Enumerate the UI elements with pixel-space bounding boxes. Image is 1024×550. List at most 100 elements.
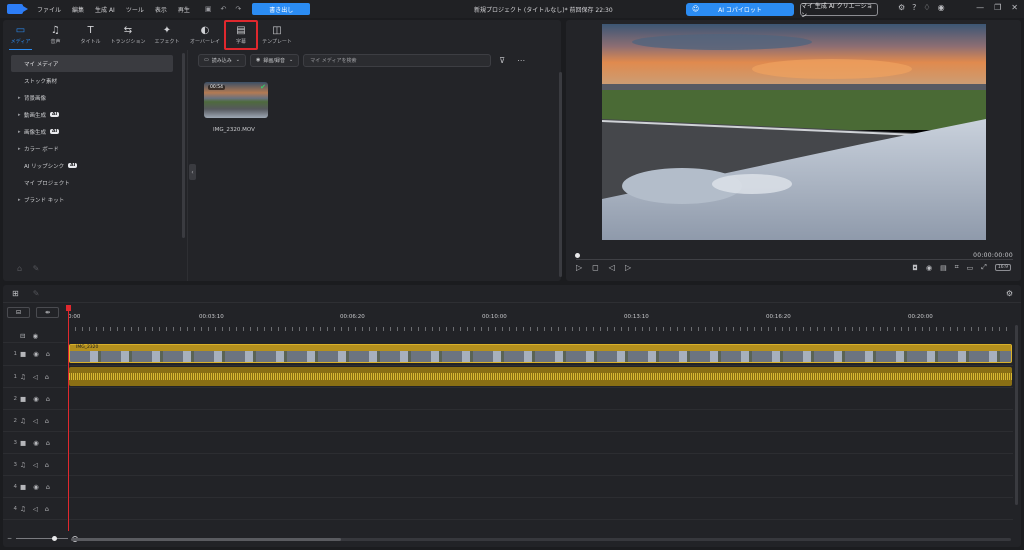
prev-frame-icon[interactable]: ◁ [609, 263, 615, 272]
undo-icon[interactable]: ↶ [221, 5, 227, 13]
audio-track-4[interactable] [68, 498, 1013, 520]
notification-icon[interactable]: ♢ [923, 3, 930, 12]
sidebar-item-stock[interactable]: ストック素材 [3, 72, 187, 89]
video-track-2[interactable] [68, 388, 1013, 410]
sidebar-scrollbar[interactable] [182, 53, 185, 238]
minimize-icon[interactable]: — [976, 3, 984, 12]
collapse-sidebar-button[interactable]: ‹ [189, 164, 196, 180]
tab-subtitle[interactable]: ▤ 字幕 [224, 20, 258, 50]
import-button[interactable]: ▭ 読み込み ⌄ [198, 53, 246, 67]
zoom-out-icon[interactable]: − [7, 535, 12, 542]
sidebar-item-my-project[interactable]: マイ プロジェクト [3, 174, 187, 191]
subtitles-icon[interactable]: ▤ [940, 264, 947, 272]
scrubber-handle[interactable] [575, 253, 580, 258]
stop-icon[interactable]: ◻ [592, 263, 599, 272]
zoom-slider-handle[interactable] [52, 536, 58, 541]
menu-tools[interactable]: ツール [126, 5, 144, 14]
menu-view[interactable]: 表示 [155, 5, 167, 14]
restore-icon[interactable]: ❐ [994, 3, 1001, 12]
video-track-4[interactable] [68, 476, 1013, 498]
sidebar-item-my-media[interactable]: マイ メディア [11, 55, 173, 72]
tab-title[interactable]: T タイトル [73, 20, 108, 50]
tab-audio[interactable]: ♫ 音声 [38, 20, 73, 50]
lock-icon[interactable]: ⌂ [46, 483, 50, 491]
close-icon[interactable]: ✕ [1011, 3, 1018, 12]
record-voice-icon[interactable]: ◉ [926, 264, 932, 272]
add-track-button[interactable]: ⊟ [7, 307, 30, 318]
lock-icon[interactable]: ⌂ [46, 350, 50, 358]
fullscreen-icon[interactable]: ⤢ [981, 263, 987, 272]
settings-icon[interactable]: ⚙ [898, 3, 905, 12]
sidebar-item-lipsync[interactable]: AI リップシンク AI [3, 157, 187, 174]
eye-icon[interactable]: ◉ [32, 332, 38, 340]
arrange-icon[interactable]: ⊞ [12, 289, 19, 298]
aspect-ratio-button[interactable]: 16:9 [994, 264, 1011, 271]
eye-icon[interactable]: ◉ [33, 350, 39, 358]
tab-template[interactable]: ◫ テンプレート [258, 20, 296, 50]
tab-effect[interactable]: ✦ エフェクト [148, 20, 186, 50]
record-button[interactable]: ◉ 録画/録音 ⌄ [249, 53, 300, 67]
timeline-vertical-scrollbar[interactable] [1015, 325, 1018, 505]
menu-file[interactable]: ファイル [37, 5, 61, 14]
redo-icon[interactable]: ↷ [235, 5, 241, 13]
tab-overlay[interactable]: ◐ オーバーレイ [186, 20, 224, 50]
lock-icon[interactable]: ⌂ [45, 373, 49, 381]
sidebar-item-video-gen[interactable]: ▸ 動画生成 AI [3, 106, 187, 123]
video-clip[interactable]: IMG_2320 [69, 344, 1012, 363]
sidebar-item-brand-kit[interactable]: ▸ ブランド キット [3, 191, 187, 208]
eye-icon[interactable]: ◉ [33, 395, 39, 403]
sidebar-item-color-board[interactable]: ▸ カラー ボード [3, 140, 187, 157]
scrollbar-thumb[interactable] [71, 538, 341, 541]
fit-timeline-button[interactable]: ⇹ [36, 307, 59, 318]
volume-icon[interactable]: ◁ [33, 461, 38, 469]
timeline-settings-icon[interactable]: ⚙ [1006, 289, 1013, 298]
lock-icon[interactable]: ⌂ [46, 395, 50, 403]
pen-icon[interactable]: ✎ [33, 289, 40, 298]
next-frame-icon[interactable]: ▷ [625, 263, 631, 272]
audio-track-2[interactable] [68, 410, 1013, 432]
lock-icon[interactable]: ⌂ [45, 505, 49, 513]
zoom-slider[interactable] [16, 536, 69, 541]
tag-icon[interactable]: ⌂ [17, 264, 22, 273]
filter-icon[interactable]: ⊽ [499, 56, 505, 65]
menu-genai[interactable]: 生成 AI [95, 5, 115, 14]
track-manager-icon[interactable]: ⊟ [20, 332, 25, 340]
ai-copilot-button[interactable]: ☺ AI コパイロット [686, 3, 794, 16]
timeline-playhead[interactable] [66, 305, 71, 531]
volume-icon[interactable]: ◁ [33, 417, 38, 425]
monitor-icon[interactable]: ▭ [967, 264, 974, 272]
audio-track-1[interactable] [68, 366, 1013, 388]
sidebar-item-image-gen[interactable]: ▸ 画像生成 AI [3, 123, 187, 140]
save-icon[interactable]: ▣ [205, 5, 212, 13]
play-icon[interactable]: ▷ [576, 263, 582, 272]
video-track-3[interactable] [68, 432, 1013, 454]
media-search-input[interactable]: マイ メディアを検索 [303, 53, 492, 67]
lock-icon[interactable]: ⌂ [45, 461, 49, 469]
menu-edit[interactable]: 編集 [72, 5, 84, 14]
playback-scrubber[interactable] [576, 259, 1013, 260]
camera-icon[interactable]: ◘ [912, 264, 918, 272]
eye-icon[interactable]: ◉ [33, 483, 39, 491]
account-icon[interactable]: ◉ [938, 3, 945, 12]
volume-icon[interactable]: ◁ [33, 373, 38, 381]
more-icon[interactable]: ⋯ [517, 56, 525, 65]
volume-icon[interactable]: ◁ [33, 505, 38, 513]
audio-clip[interactable] [69, 367, 1012, 386]
menu-play[interactable]: 再生 [178, 5, 190, 14]
crop-icon[interactable]: ⌗ [955, 263, 959, 272]
tab-transition[interactable]: ⇆ トランジション [108, 20, 148, 50]
eye-icon[interactable]: ◉ [33, 439, 39, 447]
sidebar-item-background[interactable]: ▸ 背景画像 [3, 89, 187, 106]
tab-media[interactable]: ▭ メディア [3, 20, 38, 50]
edit-icon[interactable]: ✎ [33, 264, 40, 273]
media-scrollbar[interactable] [559, 72, 562, 277]
lock-icon[interactable]: ⌂ [45, 417, 49, 425]
my-ai-creation-button[interactable]: マイ 生成 AI クリエーション [800, 3, 878, 19]
timeline-horizontal-scrollbar[interactable] [71, 538, 1011, 541]
help-icon[interactable]: ? [912, 3, 916, 12]
media-thumbnail[interactable]: 00:54 ✔ [204, 82, 268, 118]
video-track-1[interactable]: IMG_2320 [68, 343, 1013, 366]
lock-icon[interactable]: ⌂ [46, 439, 50, 447]
export-button[interactable]: 書き出し [252, 3, 311, 15]
timeline-ruler[interactable]: 0:00 00:03:10 00:06:20 00:10:00 00:13:10… [68, 305, 1013, 331]
